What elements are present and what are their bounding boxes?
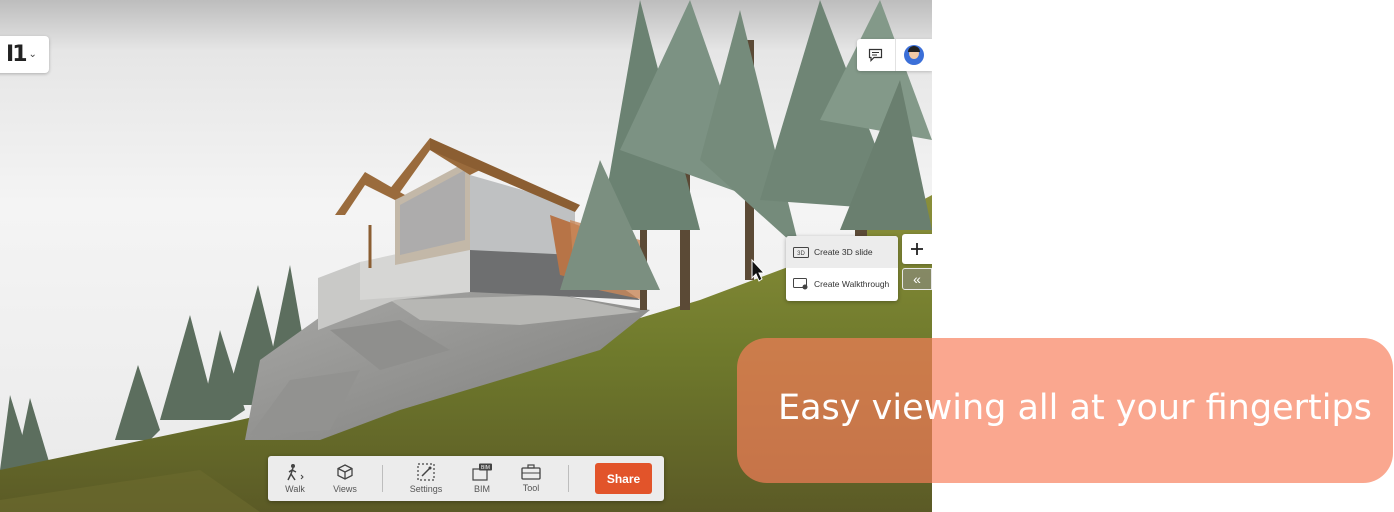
settings-label: Settings: [409, 484, 443, 494]
user-avatar-button[interactable]: [896, 45, 933, 65]
svg-text:3D: 3D: [797, 251, 805, 257]
chevron-down-icon: ⌄: [28, 49, 37, 60]
walk-icon: [287, 464, 304, 481]
comment-button[interactable]: [857, 39, 896, 71]
walk-label: Walk: [285, 484, 305, 494]
bim-button[interactable]: BIM BIM: [468, 456, 496, 501]
walkthrough-icon: [793, 278, 808, 290]
tool-label: Tool: [522, 483, 540, 493]
toolbox-icon: [521, 464, 541, 480]
top-right-controls: [857, 39, 932, 71]
walk-button[interactable]: Walk: [280, 456, 310, 501]
comment-icon: [869, 48, 883, 62]
app-logo-button[interactable]: I1 ⌄: [0, 36, 49, 73]
avatar: [903, 45, 924, 65]
3d-slide-icon: 3D: [793, 246, 809, 258]
views-button[interactable]: Views: [328, 456, 362, 501]
share-button[interactable]: Share: [595, 463, 652, 494]
collapse-panel-button[interactable]: «: [902, 268, 932, 290]
settings-button[interactable]: Settings: [406, 456, 446, 501]
promo-banner-text: Easy viewing all at your fingertips: [778, 388, 1372, 428]
toolbar-divider: [382, 465, 383, 492]
plus-icon: [911, 243, 923, 255]
create-menu: 3D Create 3D slide Create Walkthrough: [786, 236, 898, 301]
bim-icon: BIM: [472, 463, 492, 481]
toolbar-divider: [568, 465, 569, 492]
views-label: Views: [333, 484, 357, 494]
svg-text:BIM: BIM: [481, 465, 490, 471]
bottom-toolbar: Walk Views Settings BIM BIM Tool Share: [268, 456, 664, 501]
app-logo-icon: I1: [6, 42, 27, 67]
tool-button[interactable]: Tool: [518, 456, 544, 501]
double-chevron-left-icon: «: [913, 271, 921, 287]
create-walkthrough-label: Create Walkthrough: [814, 279, 890, 289]
views-cube-icon: [337, 464, 353, 480]
add-button[interactable]: [902, 234, 932, 264]
bim-label: BIM: [473, 484, 490, 494]
create-3d-slide-item[interactable]: 3D Create 3D slide: [786, 236, 898, 268]
create-walkthrough-item[interactable]: Create Walkthrough: [786, 268, 898, 300]
create-3d-slide-label: Create 3D slide: [814, 247, 873, 257]
settings-wand-icon: [417, 463, 435, 481]
